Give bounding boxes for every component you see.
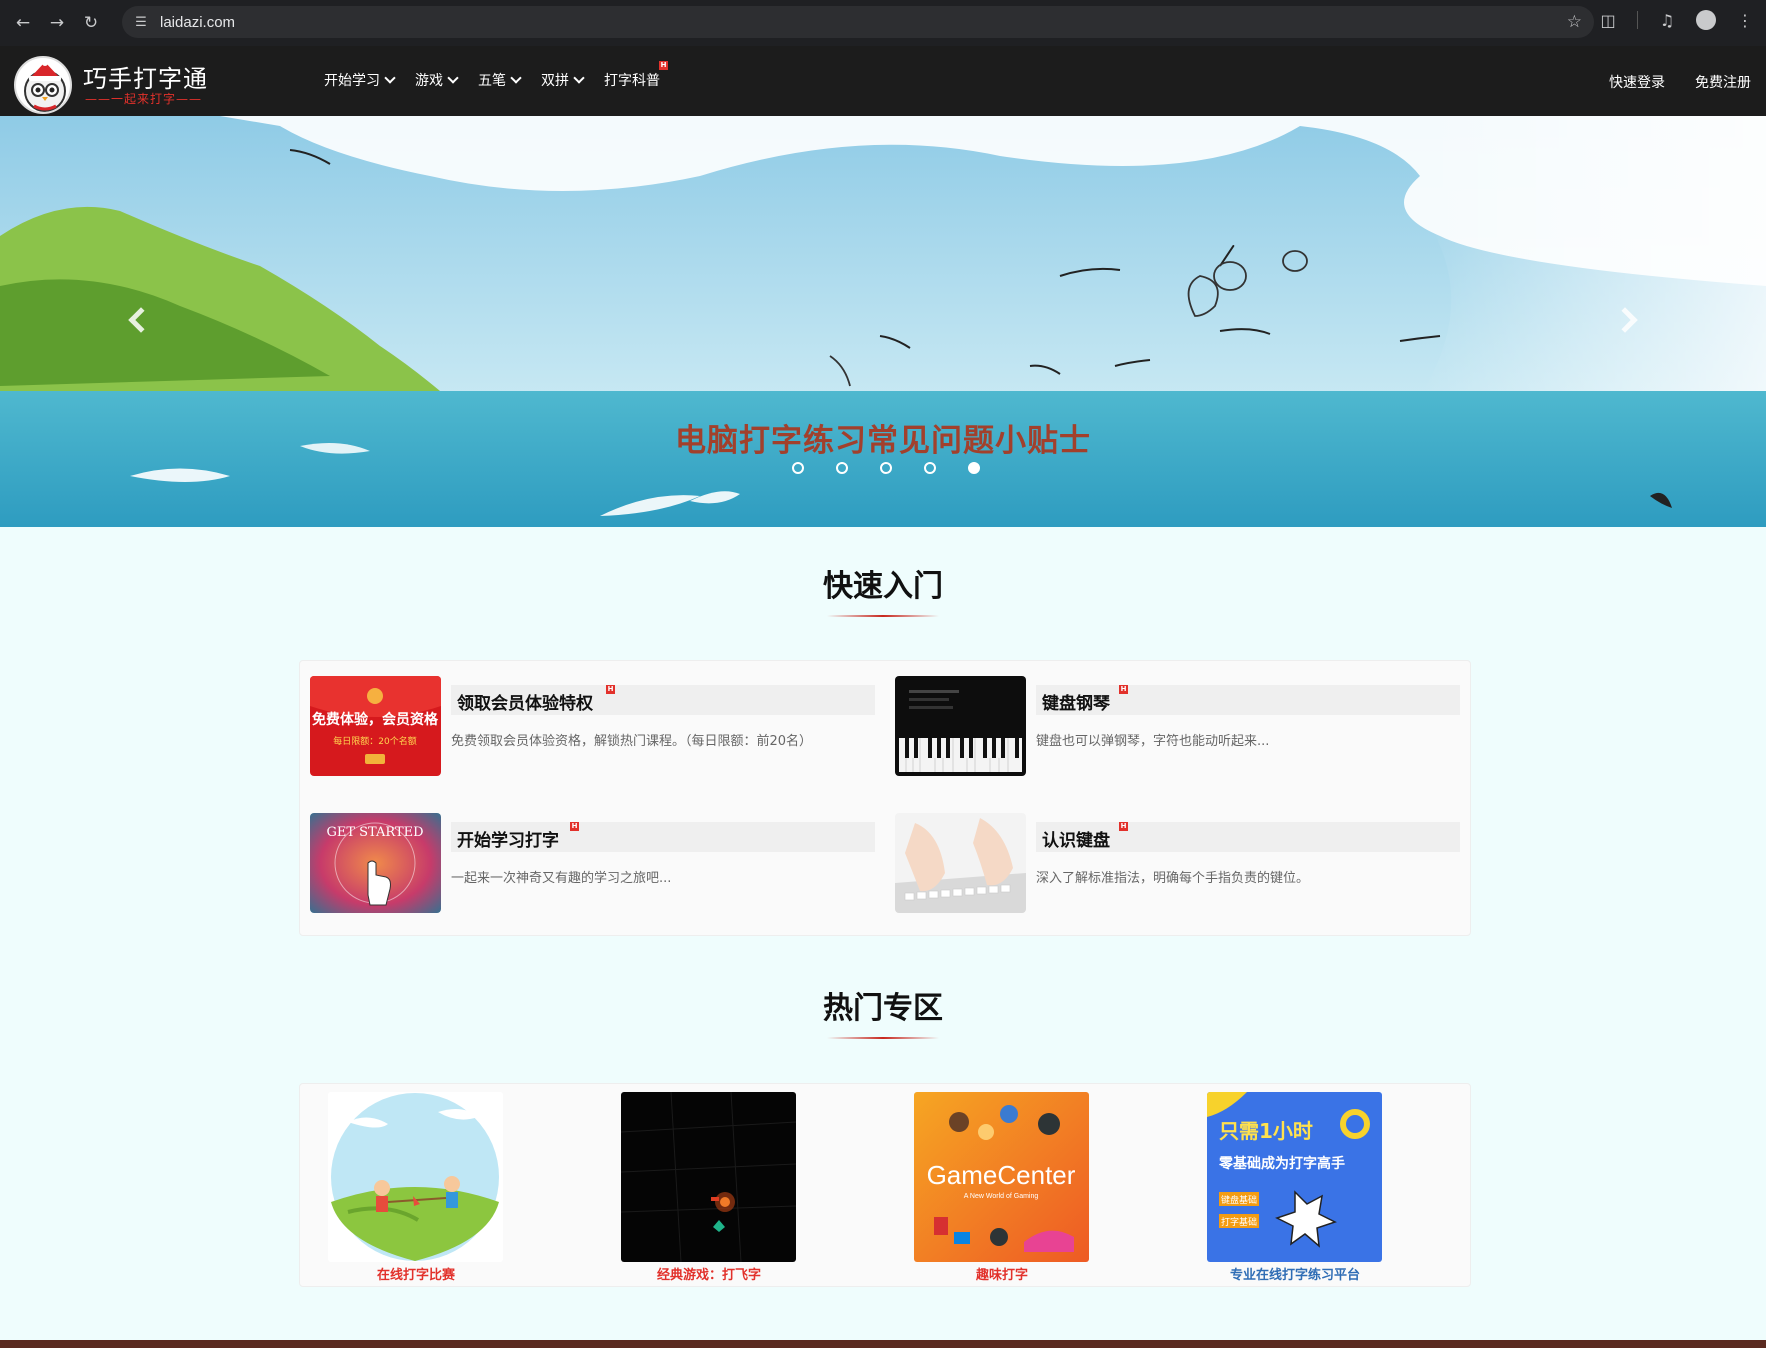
hot-badge: H [659, 61, 668, 70]
logo-title[interactable]: 巧手打字通 [83, 59, 208, 94]
back-icon[interactable]: ← [12, 12, 34, 34]
hot-item-label[interactable]: 趣味打字 [914, 1264, 1090, 1283]
carousel-dot-active[interactable] [967, 462, 980, 474]
auth-links: 快速登录 免费注册 [1609, 72, 1751, 92]
get-started-thumbnail[interactable]: GET STARTED [310, 813, 441, 913]
gamecenter-thumb-text: GameCenter [927, 1160, 1076, 1190]
more-menu-icon[interactable]: ⋮ [1734, 11, 1756, 30]
quick-item-desc: 深入了解标准指法，明确每个手指负责的键位。 [1036, 871, 1310, 886]
menu-label: 游戏 [415, 73, 443, 89]
quick-item-header: 开始学习打字 H [451, 822, 875, 852]
menu-label: 开始学习 [324, 73, 380, 89]
member-trial-thumbnail[interactable]: 免费体验，会员资格 每日限额：20个名额 [310, 676, 441, 776]
bookmark-star-icon[interactable]: ☆ [1567, 12, 1582, 32]
quick-item-name[interactable]: 领取会员体验特权 [457, 689, 593, 714]
promo-title: 只需1小时 [1219, 1119, 1313, 1143]
menu-games[interactable]: 游戏 [415, 70, 459, 90]
carousel-dot[interactable] [835, 462, 848, 474]
carousel-dot[interactable] [791, 462, 804, 474]
site-info-icon[interactable]: ☰ [130, 11, 152, 33]
menu-label: 双拼 [541, 73, 569, 89]
chevron-down-icon [384, 72, 396, 84]
title-divider [827, 1037, 939, 1039]
logo-subtitle: ——一起来打字—— [85, 92, 203, 106]
hot-zone-title: 热门专区 [823, 991, 943, 1026]
site-header: 巧手打字通 ——一起来打字—— 开始学习 游戏 五笔 双拼 打字科普 H 快速登… [0, 46, 1766, 116]
hot-item-flying-words[interactable]: 经典游戏：打飞字 [621, 1092, 797, 1283]
hot-item-label[interactable]: 在线打字比赛 [328, 1264, 504, 1283]
owl-logo-icon[interactable] [14, 56, 72, 114]
main-menu: 开始学习 游戏 五笔 双拼 打字科普 H [324, 61, 681, 90]
url-text[interactable]: laidazi.com [160, 14, 235, 31]
chevron-down-icon [573, 72, 585, 84]
keyboard-piano-thumbnail[interactable] [895, 676, 1026, 776]
quick-item-member-trial[interactable]: 免费体验，会员资格 每日限额：20个名额 领取会员体验特权 H 免费领取会员体验… [310, 676, 875, 776]
menu-label: 打字科普 [604, 73, 660, 89]
profile-icon[interactable] [1696, 10, 1716, 30]
hot-item-online-contest[interactable]: 在线打字比赛 [328, 1092, 504, 1283]
menu-wubi[interactable]: 五笔 [478, 70, 522, 90]
title-divider [827, 615, 939, 617]
hot-item-label[interactable]: 专业在线打字练习平台 [1207, 1264, 1383, 1283]
quick-item-header: 领取会员体验特权 H [451, 685, 875, 715]
menu-typing-science[interactable]: 打字科普 H [604, 61, 668, 90]
address-bar[interactable]: ☰ laidazi.com ☆ [122, 6, 1594, 38]
hero-carousel[interactable]: 电脑打字练习常见问题小贴士 [0, 116, 1766, 527]
quick-item-desc: 一起来一次神奇又有趣的学习之旅吧... [451, 871, 672, 886]
quick-item-keyboard-piano[interactable]: 键盘钢琴 H 键盘也可以弹钢琴，字符也能动听起来... [895, 676, 1460, 776]
promo-tag-1: 键盘基础 [1221, 1194, 1257, 1206]
promo-subtitle: 零基础成为打字高手 [1218, 1155, 1345, 1172]
banner-caption[interactable]: 电脑打字练习常见问题小贴士 [0, 415, 1766, 460]
menu-shuangpin[interactable]: 双拼 [541, 70, 585, 90]
browser-toolbar: ← → ↻ ☰ laidazi.com ☆ ◫ ♫ ⋮ [0, 0, 1766, 46]
flying-words-thumbnail[interactable] [621, 1092, 796, 1262]
quick-item-desc: 键盘也可以弹钢琴，字符也能动听起来... [1036, 734, 1270, 749]
quick-item-header: 认识键盘 H [1036, 822, 1460, 852]
chevron-down-icon [510, 72, 522, 84]
member-trial-thumb-subtext: 每日限额：20个名额 [333, 735, 416, 747]
quick-item-name[interactable]: 键盘钢琴 [1042, 689, 1110, 714]
carousel-dot[interactable] [923, 462, 936, 474]
quick-item-name[interactable]: 认识键盘 [1042, 826, 1110, 851]
online-contest-thumbnail[interactable] [328, 1092, 503, 1262]
quick-item-header: 键盘钢琴 H [1036, 685, 1460, 715]
reload-icon[interactable]: ↻ [80, 12, 102, 34]
extensions-icon[interactable]: ◫ [1597, 11, 1619, 30]
quick-item-desc: 免费领取会员体验资格，解锁热门课程。（每日限额：前20名） [451, 734, 813, 749]
quick-item-know-keyboard[interactable]: 认识键盘 H 深入了解标准指法，明确每个手指负责的键位。 [895, 813, 1460, 913]
free-register-link[interactable]: 免费注册 [1695, 72, 1751, 92]
typing-platform-thumbnail[interactable]: 只需1小时 零基础成为打字高手 键盘基础 打字基础 [1207, 1092, 1382, 1262]
get-started-thumb-text: GET STARTED [326, 825, 423, 840]
quick-start-panel: 免费体验，会员资格 每日限额：20个名额 领取会员体验特权 H 免费领取会员体验… [299, 660, 1471, 936]
gamecenter-thumb-subtext: A New World of Gaming [964, 1193, 1039, 1200]
hot-zone-panel: 在线打字比赛 经典游戏：打飞字 GameCenter A New World o… [299, 1083, 1471, 1287]
member-trial-thumb-text: 免费体验，会员资格 [312, 711, 439, 728]
hot-badge: H [570, 822, 579, 831]
hot-item-fun-typing[interactable]: GameCenter A New World of Gaming 趣味打字 [914, 1092, 1090, 1283]
footer-edge [0, 1340, 1766, 1348]
quick-item-name[interactable]: 开始学习打字 [457, 826, 559, 851]
hot-item-typing-platform[interactable]: 只需1小时 零基础成为打字高手 键盘基础 打字基础 专业在线打字练习平台 [1207, 1092, 1383, 1283]
forward-icon[interactable]: → [46, 12, 68, 34]
hands-keyboard-thumbnail[interactable] [895, 813, 1026, 913]
media-controls-icon[interactable]: ♫ [1656, 11, 1678, 30]
chevron-down-icon [447, 72, 459, 84]
quick-login-link[interactable]: 快速登录 [1609, 72, 1665, 92]
menu-start-learning[interactable]: 开始学习 [324, 70, 396, 90]
hot-badge: H [1119, 685, 1128, 694]
carousel-indicators [0, 462, 1766, 474]
promo-tag-2: 打字基础 [1221, 1216, 1257, 1228]
quick-start-title: 快速入门 [823, 569, 943, 604]
quick-item-start-typing[interactable]: GET STARTED 开始学习打字 H 一起来一次神奇又有趣的学习之旅吧... [310, 813, 875, 913]
menu-label: 五笔 [478, 73, 506, 89]
hot-item-label[interactable]: 经典游戏：打飞字 [621, 1264, 797, 1283]
hot-badge: H [1119, 822, 1128, 831]
hot-badge: H [606, 685, 615, 694]
toolbar-divider [1637, 11, 1638, 29]
gamecenter-thumbnail[interactable]: GameCenter A New World of Gaming [914, 1092, 1089, 1262]
carousel-dot[interactable] [879, 462, 892, 474]
